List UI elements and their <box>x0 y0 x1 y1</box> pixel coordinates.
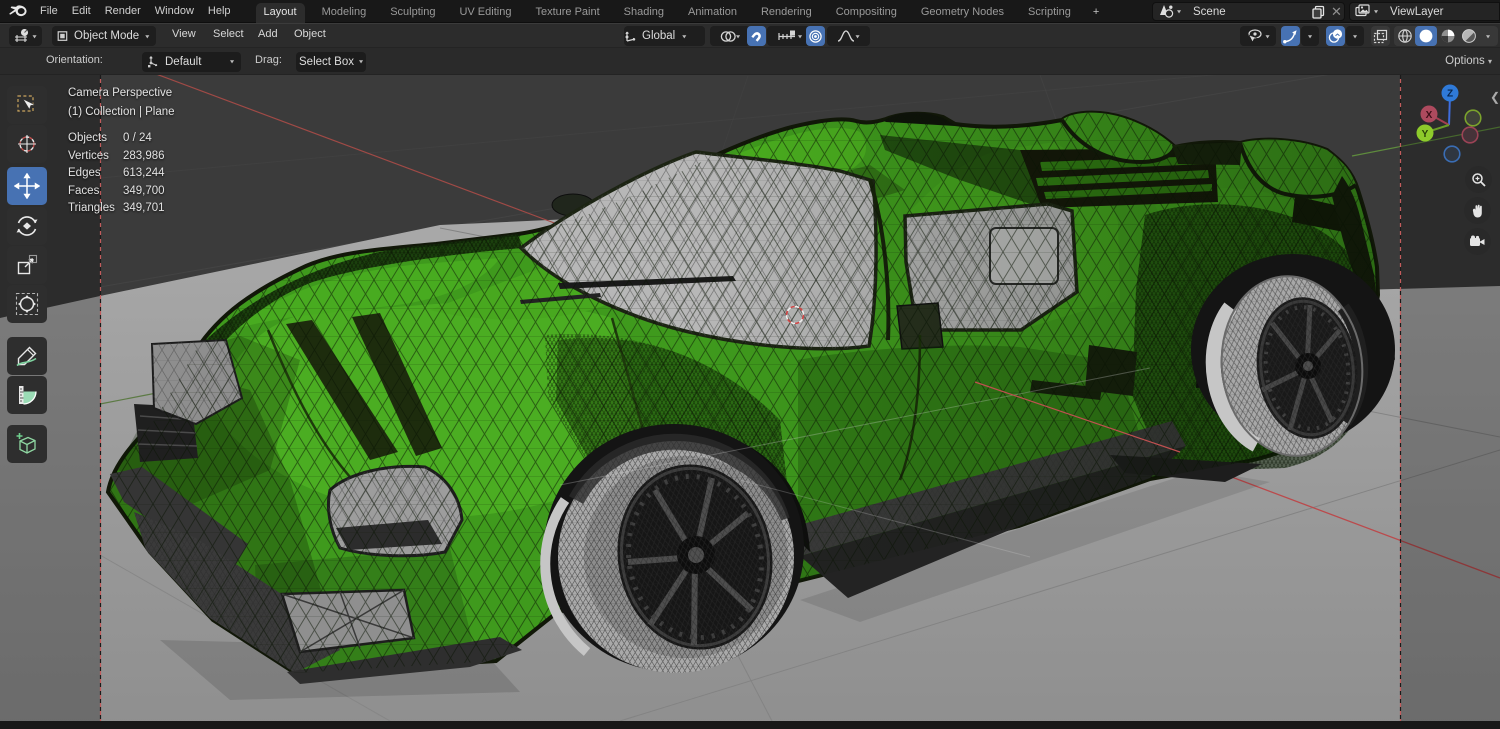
svg-text:Z: Z <box>1447 89 1453 100</box>
svg-text:X: X <box>1426 110 1433 121</box>
svg-text:Y: Y <box>1422 129 1429 140</box>
